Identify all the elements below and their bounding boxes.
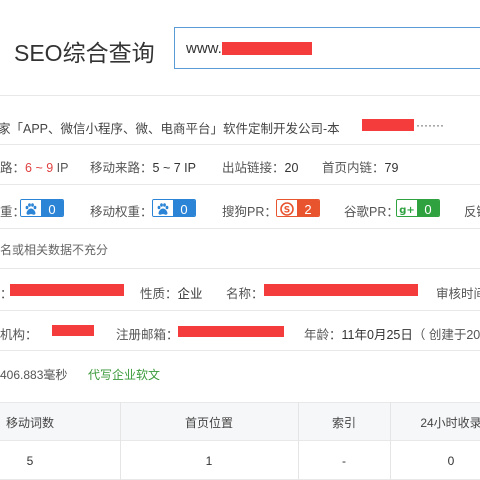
response-time: 406.883毫秒 xyxy=(0,368,68,382)
svg-text:g+: g+ xyxy=(399,205,415,216)
pc-traffic-value[interactable]: 6 ~ 9 xyxy=(25,161,53,175)
divider xyxy=(0,350,480,351)
whois-created: （ 创建于20 xyxy=(412,328,480,342)
whois-org-label: 机构： xyxy=(0,328,38,342)
baidu-paw-icon xyxy=(21,200,41,216)
google-plus-icon: g+ xyxy=(397,200,417,216)
inlinks-label: 首页内链： xyxy=(322,161,385,175)
divider xyxy=(0,310,480,311)
page-title: SEO综合查询 xyxy=(14,40,155,66)
redacted-domain xyxy=(222,42,312,55)
site-title[interactable]: 家「APP、微信小程序、微、电商平台」软件定制开发公司-本 xyxy=(0,118,340,137)
site-title-suffix: ······· xyxy=(416,118,444,132)
google-pr-label: 谷歌PR： xyxy=(344,205,399,219)
mobile-weight-badge[interactable]: 0 xyxy=(152,199,196,217)
table-header-24h-indexed: 24小时收录 xyxy=(420,416,480,430)
table-header-home-position: 首页位置 xyxy=(184,416,233,430)
divider xyxy=(0,144,480,145)
table-cell-mobile-words[interactable]: 5 xyxy=(0,454,60,468)
redacted-org xyxy=(52,325,94,336)
site-title-text: 家「APP、微信小程序、微、电商平台」软件定制开发公司-本 xyxy=(0,122,340,136)
mobile-weight-value: 0 xyxy=(173,200,195,216)
redacted-icp-number xyxy=(10,284,124,296)
table-border xyxy=(0,440,480,441)
table-border xyxy=(0,402,480,403)
table-cell-24h-indexed[interactable]: 0 xyxy=(390,454,480,468)
divider xyxy=(0,268,480,269)
pc-traffic: 路：6 ~ 9 IP xyxy=(0,157,68,176)
table-header-index: 索引 xyxy=(331,416,356,430)
baidu-paw-icon xyxy=(153,200,173,216)
icp-audit-label: 审核时间 xyxy=(436,287,480,301)
table-cell-home-position[interactable]: 1 xyxy=(120,454,298,468)
whois-age: 年龄：11年0月25日（ 创建于20 xyxy=(304,324,480,343)
table-header-mobile-words: 移动词数 xyxy=(5,416,54,430)
google-pr-badge[interactable]: g+ 0 xyxy=(396,199,440,217)
outlinks-label: 出站链接： xyxy=(222,161,285,175)
notice-text: 名或相关数据不充分 xyxy=(0,243,109,257)
inlinks-value[interactable]: 79 xyxy=(385,161,399,175)
google-pr-value: 0 xyxy=(417,200,439,216)
pc-traffic-unit: IP xyxy=(56,161,69,175)
divider xyxy=(0,95,480,96)
pc-traffic-label: 路： xyxy=(0,161,26,175)
whois-email-label: 注册邮箱： xyxy=(116,328,179,342)
outlinks-value[interactable]: 20 xyxy=(285,161,299,175)
search-input-value: www. xyxy=(186,40,222,57)
mobile-traffic-label: 移动来路： xyxy=(90,161,153,175)
inlinks: 首页内链：79 xyxy=(322,157,398,176)
sogou-pr-value: 2 xyxy=(297,200,319,216)
redacted-icp-name xyxy=(264,284,418,296)
icp-nature: 性质：企业 xyxy=(140,283,203,302)
divider xyxy=(0,184,480,185)
sogou-icon: S xyxy=(277,200,297,216)
baidu-weight-badge[interactable]: 0 xyxy=(20,199,64,217)
baidu-weight-value: 0 xyxy=(41,200,63,216)
mobile-traffic-value[interactable]: 5 ~ 7 IP xyxy=(153,161,196,175)
sogou-pr-badge[interactable]: S 2 xyxy=(276,199,320,217)
redacted-title xyxy=(362,119,414,131)
divider xyxy=(0,228,480,229)
icp-nature-label: 性质： xyxy=(140,287,178,301)
mobile-weight-label: 移动权重： xyxy=(90,205,153,219)
redacted-email xyxy=(178,326,284,337)
outlinks: 出站链接：20 xyxy=(222,157,298,176)
reverse-links-label[interactable]: 反链 xyxy=(464,201,480,220)
icp-name-label: 名称： xyxy=(226,287,264,301)
promo-link-text: 代写企业软文 xyxy=(88,368,161,382)
svg-text:S: S xyxy=(284,205,290,215)
table-cell-index: - xyxy=(342,454,346,468)
sogou-pr-label: 搜狗PR： xyxy=(222,205,277,219)
whois-age-label: 年龄： xyxy=(304,328,342,342)
mobile-traffic: 移动来路：5 ~ 7 IP xyxy=(90,157,196,176)
icp-nature-value: 企业 xyxy=(177,287,203,301)
whois-age-value: 11年0月25日 xyxy=(341,328,413,342)
promo-link[interactable]: 代写企业软文 xyxy=(88,366,160,383)
